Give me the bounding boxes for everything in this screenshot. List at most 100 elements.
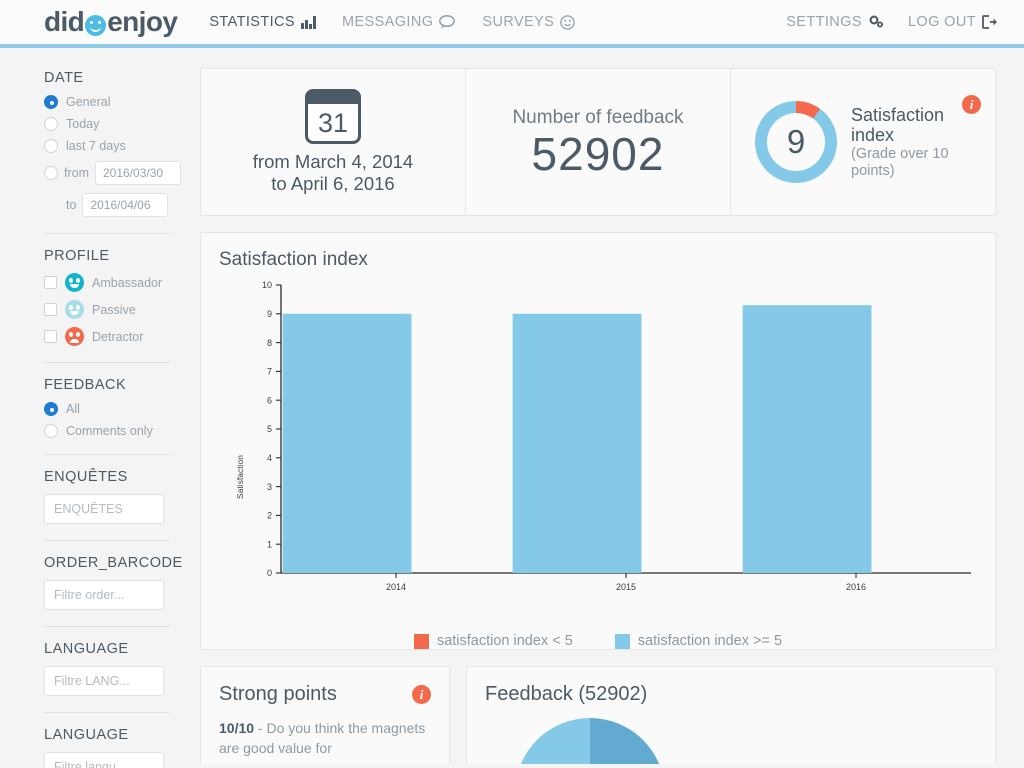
legend-item-high: satisfaction index >= 5 bbox=[615, 633, 782, 649]
svg-text:2015: 2015 bbox=[616, 582, 636, 592]
date-range-cell: 31 from March 4, 2014 to April 6, 2016 bbox=[201, 69, 465, 215]
svg-text:9: 9 bbox=[267, 309, 272, 319]
date-range-line-2: to April 6, 2016 bbox=[253, 173, 413, 195]
settings-label: SETTINGS bbox=[786, 14, 862, 30]
order-barcode-filter-input[interactable] bbox=[44, 580, 164, 610]
date-to-input[interactable] bbox=[82, 193, 168, 217]
bar-chart-icon bbox=[301, 16, 316, 29]
filters-sidebar: DATE General Today last 7 days from to P… bbox=[0, 48, 200, 764]
divider bbox=[44, 712, 170, 713]
divider bbox=[44, 540, 170, 541]
nav-surveys[interactable]: SURVEYS bbox=[482, 14, 575, 30]
date-range-text: from March 4, 2014 to April 6, 2016 bbox=[253, 151, 413, 195]
chart-title: Satisfaction index bbox=[219, 249, 977, 271]
feedback-count-cell: Number of feedback 52902 bbox=[465, 69, 730, 215]
profile-option-passive[interactable]: Passive bbox=[44, 300, 170, 319]
info-icon[interactable]: i bbox=[962, 95, 981, 114]
order-barcode-section-title: ORDER_BARCODE bbox=[44, 555, 170, 571]
main-nav: STATISTICS MESSAGING SURVEYS bbox=[209, 14, 575, 30]
date-from-input[interactable] bbox=[95, 161, 181, 185]
date-range-line-1: from March 4, 2014 bbox=[253, 151, 413, 173]
chart-legend: satisfaction index < 5 satisfaction inde… bbox=[219, 633, 977, 649]
radio-general[interactable] bbox=[44, 95, 58, 109]
svg-text:3: 3 bbox=[267, 482, 272, 492]
satisfaction-index-cell: 9 Satisfaction index (Grade over 10 poin… bbox=[730, 69, 995, 215]
legend-label-high: satisfaction index >= 5 bbox=[638, 633, 782, 649]
language-filter-input-2[interactable] bbox=[44, 752, 164, 768]
profile-option-ambassador[interactable]: Ambassador bbox=[44, 273, 170, 292]
svg-text:6: 6 bbox=[267, 395, 272, 405]
checkbox-passive[interactable] bbox=[44, 303, 57, 316]
radio-feedback-all[interactable] bbox=[44, 402, 58, 416]
logo[interactable]: did enjoy bbox=[44, 6, 177, 38]
strong-points-card: Strong points i 10/10 - Do you think the… bbox=[200, 666, 450, 764]
detractor-emoji-icon bbox=[65, 327, 84, 346]
bar bbox=[743, 305, 872, 573]
feedback-pie-chart bbox=[515, 718, 665, 764]
summary-card: 31 from March 4, 2014 to April 6, 2016 N… bbox=[200, 68, 996, 216]
satisfaction-gauge: 9 bbox=[755, 101, 837, 183]
language-section-title-1: LANGUAGE bbox=[44, 641, 170, 657]
app-header: did enjoy STATISTICS MESSAGING SURVEYS S… bbox=[0, 0, 1024, 48]
svg-text:4: 4 bbox=[267, 453, 272, 463]
feedback-option-all[interactable]: All bbox=[44, 402, 170, 416]
radio-today[interactable] bbox=[44, 117, 58, 131]
bar bbox=[283, 314, 412, 573]
svg-text:10: 10 bbox=[262, 280, 272, 290]
svg-text:2016: 2016 bbox=[846, 582, 866, 592]
y-axis-label: Satisfaction bbox=[235, 455, 245, 499]
nav-messaging[interactable]: MESSAGING bbox=[342, 14, 456, 30]
satisfaction-index-text: Satisfaction index (Grade over 10 points… bbox=[851, 105, 971, 179]
feedback-all-label: All bbox=[66, 402, 80, 416]
legend-swatch-high bbox=[615, 634, 630, 649]
bottom-row: Strong points i 10/10 - Do you think the… bbox=[200, 666, 996, 764]
feedback-count-value: 52902 bbox=[532, 131, 665, 177]
enquetes-section-title: ENQUÊTES bbox=[44, 469, 170, 485]
passive-emoji-icon bbox=[65, 300, 84, 319]
satisfaction-gauge-value: 9 bbox=[755, 101, 837, 183]
feedback-count-label: Number of feedback bbox=[512, 107, 683, 129]
calendar-day: 31 bbox=[308, 105, 358, 141]
ambassador-emoji-icon bbox=[65, 273, 84, 292]
date-option-today-label: Today bbox=[66, 117, 99, 131]
nav-statistics[interactable]: STATISTICS bbox=[209, 14, 316, 30]
svg-text:8: 8 bbox=[267, 338, 272, 348]
satisfaction-chart-card: Satisfaction index 012345678910 20142015… bbox=[200, 232, 996, 650]
feedback-title: Feedback (52902) bbox=[485, 683, 647, 706]
radio-feedback-comments[interactable] bbox=[44, 424, 58, 438]
radio-last7days[interactable] bbox=[44, 139, 58, 153]
settings-link[interactable]: SETTINGS bbox=[786, 14, 884, 30]
smiley-icon bbox=[85, 15, 106, 36]
divider bbox=[44, 454, 170, 455]
legend-swatch-low bbox=[414, 634, 429, 649]
nav-surveys-label: SURVEYS bbox=[482, 14, 554, 30]
legend-item-low: satisfaction index < 5 bbox=[414, 633, 573, 649]
date-option-last7days[interactable]: last 7 days bbox=[44, 139, 170, 153]
logout-icon bbox=[982, 15, 998, 29]
profile-passive-label: Passive bbox=[92, 303, 136, 317]
nav-messaging-label: MESSAGING bbox=[342, 14, 433, 30]
strong-points-score: 10/10 bbox=[219, 720, 254, 736]
feedback-option-comments[interactable]: Comments only bbox=[44, 424, 170, 438]
date-option-range[interactable]: from bbox=[44, 161, 170, 185]
nav-statistics-label: STATISTICS bbox=[209, 14, 295, 30]
language-filter-input-1[interactable] bbox=[44, 666, 164, 696]
radio-custom-range[interactable] bbox=[44, 166, 58, 180]
smiley-face-icon bbox=[560, 15, 575, 30]
svg-text:7: 7 bbox=[267, 367, 272, 377]
logout-link[interactable]: LOG OUT bbox=[908, 14, 998, 30]
strong-points-header: Strong points i bbox=[219, 683, 431, 706]
bar-chart-svg: 012345678910 201420152016 Satisfaction bbox=[219, 277, 979, 627]
divider bbox=[44, 626, 170, 627]
date-option-today[interactable]: Today bbox=[44, 117, 170, 131]
feedback-header: Feedback (52902) bbox=[485, 683, 977, 706]
feedback-section-title: FEEDBACK bbox=[44, 377, 170, 393]
checkbox-detractor[interactable] bbox=[44, 330, 57, 343]
date-option-general[interactable]: General bbox=[44, 95, 170, 109]
info-icon[interactable]: i bbox=[412, 685, 431, 704]
enquetes-filter-input[interactable] bbox=[44, 494, 164, 524]
gear-icon bbox=[868, 15, 884, 29]
profile-detractor-label: Detractor bbox=[92, 330, 143, 344]
checkbox-ambassador[interactable] bbox=[44, 276, 57, 289]
profile-option-detractor[interactable]: Detractor bbox=[44, 327, 170, 346]
